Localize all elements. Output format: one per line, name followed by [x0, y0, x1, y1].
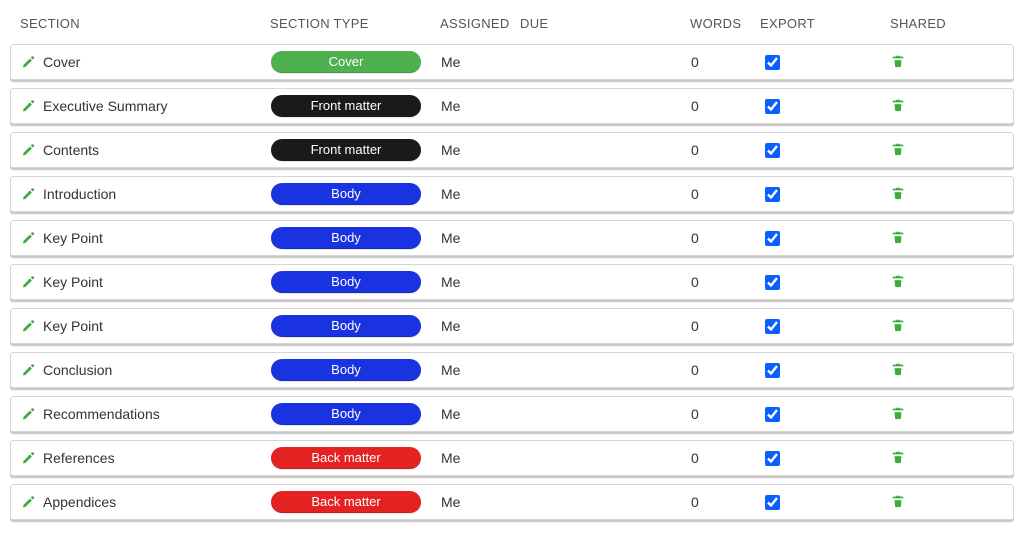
edit-icon[interactable] — [21, 451, 35, 465]
edit-icon[interactable] — [21, 143, 35, 157]
header-export: EXPORT — [760, 16, 890, 31]
header-due: DUE — [520, 16, 690, 31]
words-cell: 0 — [691, 186, 761, 202]
export-checkbox[interactable] — [765, 451, 780, 466]
assigned-cell: Me — [441, 98, 521, 114]
section-type-pill[interactable]: Body — [271, 271, 421, 293]
table-row: Cover Cover Me 0 — [10, 44, 1014, 80]
edit-icon[interactable] — [21, 99, 35, 113]
section-name[interactable]: Recommendations — [43, 406, 160, 422]
words-cell: 0 — [691, 54, 761, 70]
assigned-cell: Me — [441, 230, 521, 246]
export-checkbox[interactable] — [765, 231, 780, 246]
export-checkbox[interactable] — [765, 187, 780, 202]
assigned-cell: Me — [441, 406, 521, 422]
edit-icon[interactable] — [21, 495, 35, 509]
section-type-pill[interactable]: Body — [271, 359, 421, 381]
words-cell: 0 — [691, 98, 761, 114]
table-row: Contents Front matter Me 0 — [10, 132, 1014, 168]
export-checkbox[interactable] — [765, 55, 780, 70]
trash-icon[interactable] — [891, 362, 905, 376]
words-cell: 0 — [691, 362, 761, 378]
edit-icon[interactable] — [21, 319, 35, 333]
section-type-pill[interactable]: Body — [271, 315, 421, 337]
table-row: References Back matter Me 0 — [10, 440, 1014, 476]
section-name[interactable]: Contents — [43, 142, 99, 158]
trash-icon[interactable] — [891, 406, 905, 420]
table-row: Key Point Body Me 0 — [10, 220, 1014, 256]
export-checkbox[interactable] — [765, 143, 780, 158]
header-assigned: ASSIGNED — [440, 16, 520, 31]
table-row: Recommendations Body Me 0 — [10, 396, 1014, 432]
header-section-type: SECTION TYPE — [270, 16, 440, 31]
edit-icon[interactable] — [21, 55, 35, 69]
section-name[interactable]: References — [43, 450, 115, 466]
section-name[interactable]: Conclusion — [43, 362, 112, 378]
table-row: Conclusion Body Me 0 — [10, 352, 1014, 388]
trash-icon[interactable] — [891, 142, 905, 156]
assigned-cell: Me — [441, 186, 521, 202]
trash-icon[interactable] — [891, 230, 905, 244]
words-cell: 0 — [691, 274, 761, 290]
trash-icon[interactable] — [891, 494, 905, 508]
trash-icon[interactable] — [891, 98, 905, 112]
assigned-cell: Me — [441, 318, 521, 334]
edit-icon[interactable] — [21, 187, 35, 201]
export-checkbox[interactable] — [765, 363, 780, 378]
edit-icon[interactable] — [21, 275, 35, 289]
header-shared: SHARED — [890, 16, 1004, 31]
edit-icon[interactable] — [21, 363, 35, 377]
section-type-pill[interactable]: Front matter — [271, 95, 421, 117]
section-name[interactable]: Executive Summary — [43, 98, 167, 114]
export-checkbox[interactable] — [765, 407, 780, 422]
words-cell: 0 — [691, 142, 761, 158]
words-cell: 0 — [691, 318, 761, 334]
trash-icon[interactable] — [891, 274, 905, 288]
section-name[interactable]: Key Point — [43, 274, 103, 290]
words-cell: 0 — [691, 406, 761, 422]
section-name[interactable]: Appendices — [43, 494, 116, 510]
section-name[interactable]: Key Point — [43, 230, 103, 246]
section-type-pill[interactable]: Back matter — [271, 491, 421, 513]
table-row: Key Point Body Me 0 — [10, 308, 1014, 344]
section-name[interactable]: Cover — [43, 54, 80, 70]
section-type-pill[interactable]: Cover — [271, 51, 421, 73]
trash-icon[interactable] — [891, 450, 905, 464]
section-type-pill[interactable]: Body — [271, 403, 421, 425]
table-row: Executive Summary Front matter Me 0 — [10, 88, 1014, 124]
assigned-cell: Me — [441, 54, 521, 70]
edit-icon[interactable] — [21, 407, 35, 421]
header-words: WORDS — [690, 16, 760, 31]
words-cell: 0 — [691, 494, 761, 510]
words-cell: 0 — [691, 450, 761, 466]
export-checkbox[interactable] — [765, 99, 780, 114]
table-row: Appendices Back matter Me 0 — [10, 484, 1014, 520]
export-checkbox[interactable] — [765, 495, 780, 510]
section-type-pill[interactable]: Body — [271, 183, 421, 205]
trash-icon[interactable] — [891, 318, 905, 332]
export-checkbox[interactable] — [765, 275, 780, 290]
words-cell: 0 — [691, 230, 761, 246]
trash-icon[interactable] — [891, 54, 905, 68]
section-name[interactable]: Introduction — [43, 186, 116, 202]
section-type-pill[interactable]: Body — [271, 227, 421, 249]
assigned-cell: Me — [441, 450, 521, 466]
edit-icon[interactable] — [21, 231, 35, 245]
header-section: SECTION — [20, 16, 270, 31]
assigned-cell: Me — [441, 362, 521, 378]
section-type-pill[interactable]: Front matter — [271, 139, 421, 161]
assigned-cell: Me — [441, 494, 521, 510]
table-row: Introduction Body Me 0 — [10, 176, 1014, 212]
assigned-cell: Me — [441, 274, 521, 290]
table-header: SECTION SECTION TYPE ASSIGNED DUE WORDS … — [10, 8, 1014, 38]
table-row: Key Point Body Me 0 — [10, 264, 1014, 300]
export-checkbox[interactable] — [765, 319, 780, 334]
assigned-cell: Me — [441, 142, 521, 158]
section-name[interactable]: Key Point — [43, 318, 103, 334]
section-type-pill[interactable]: Back matter — [271, 447, 421, 469]
trash-icon[interactable] — [891, 186, 905, 200]
